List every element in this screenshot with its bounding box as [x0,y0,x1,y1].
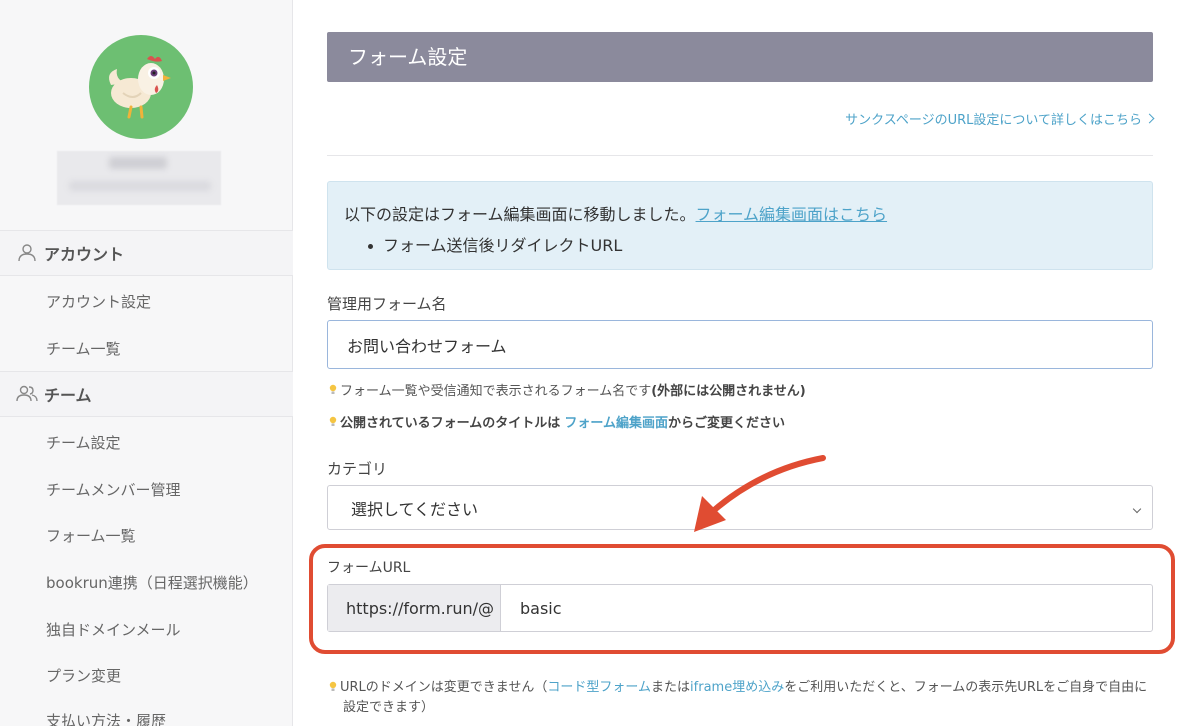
form-editor-hint-link[interactable]: フォーム編集画面 [564,412,668,431]
chevron-down-icon [1132,504,1142,514]
sidebar-item-plan-change[interactable]: プラン変更 [46,665,121,686]
form-name-label: 管理用フォーム名 [327,295,447,313]
hint-bold: (外部には公開されません) [651,384,806,399]
sidebar-item-team-members[interactable]: チームメンバー管理 [46,479,181,500]
notice-text: 以下の設定はフォーム編集画面に移動しました。フォーム編集画面はこちら [344,201,887,225]
lightbulb-icon [329,416,337,426]
hint-text: をご利用いただくと、フォームの表示先URLをご自身で自由に [784,680,1148,695]
sidebar-item-payment[interactable]: 支払い方法・履歴 [46,710,166,726]
annotation-arrow-icon [694,455,826,532]
avatar[interactable] [89,35,193,139]
sidebar-item-domain-mail[interactable]: 独自ドメインメール [46,619,181,640]
hint-text: 設定できます） [343,700,435,715]
lightbulb-icon [329,384,337,394]
hint-bold: 公開されているフォームのタイトルは [340,416,561,431]
sidebar-section-label: チーム [44,386,92,405]
annotation-highlight-box [309,544,1175,654]
divider [327,155,1153,156]
sidebar-section-label: アカウント [44,245,125,264]
page-title: フォーム設定 [327,32,1153,82]
sidebar-section-account: アカウント [0,230,293,276]
hint-bold: からご変更ください [668,416,786,431]
chevron-right-icon [1144,113,1155,124]
sidebar-item-account-settings[interactable]: アカウント設定 [46,291,151,312]
hint-text: URLのドメインは変更できません（ [340,680,548,695]
notice-box: 以下の設定はフォーム編集画面に移動しました。フォーム編集画面はこちら フォーム送… [327,181,1153,270]
iframe-embed-link[interactable]: iframe埋め込み [690,680,784,695]
people-icon [16,385,38,402]
person-icon [18,244,36,262]
sidebar-item-team-settings[interactable]: チーム設定 [46,432,121,453]
form-name-hint: フォーム一覧や受信通知で表示されるフォーム名です (外部には公開されません) [329,380,806,399]
notice-message: 以下の設定はフォーム編集画面に移動しました。 [344,205,696,224]
thanks-page-help-link[interactable]: サンクスページのURL設定について詳しくはこちら [845,109,1155,128]
chicken-icon [109,56,171,119]
bullet-icon [368,244,373,249]
lightbulb-icon [329,681,337,691]
sidebar: アカウント アカウント設定 チーム一覧 チーム チーム設定 チームメンバー管理 … [0,0,293,726]
form-editor-link[interactable]: フォーム編集画面はこちら [696,205,888,224]
sidebar-item-team-list[interactable]: チーム一覧 [46,338,121,359]
form-name-input[interactable]: お問い合わせフォーム [327,320,1153,369]
hint-text: または [651,680,691,695]
user-name-blurred [57,151,221,205]
form-url-hint: URLのドメインは変更できません（コード型フォームまたはiframe埋め込みをご… [329,678,1159,718]
code-form-link[interactable]: コード型フォーム [547,680,651,695]
sidebar-section-team: チーム [0,371,293,417]
hint-text: フォーム一覧や受信通知で表示されるフォーム名です [340,384,652,399]
sidebar-item-bookrun[interactable]: bookrun連携（日程選択機能） [46,572,258,593]
form-name-value: お問い合わせフォーム [347,336,507,356]
form-title-hint: 公開されているフォームのタイトルは フォーム編集画面 からご変更ください [329,412,785,431]
category-selected-value: 選択してください [351,499,479,519]
thanks-link-text: サンクスページのURL設定について詳しくはこちら [845,113,1142,128]
notice-bullet-text: フォーム送信後リダイレクトURL [383,236,623,255]
sidebar-item-form-list[interactable]: フォーム一覧 [46,525,136,546]
category-label: カテゴリ [327,460,388,478]
notice-bullet: フォーム送信後リダイレクトURL [368,232,622,256]
